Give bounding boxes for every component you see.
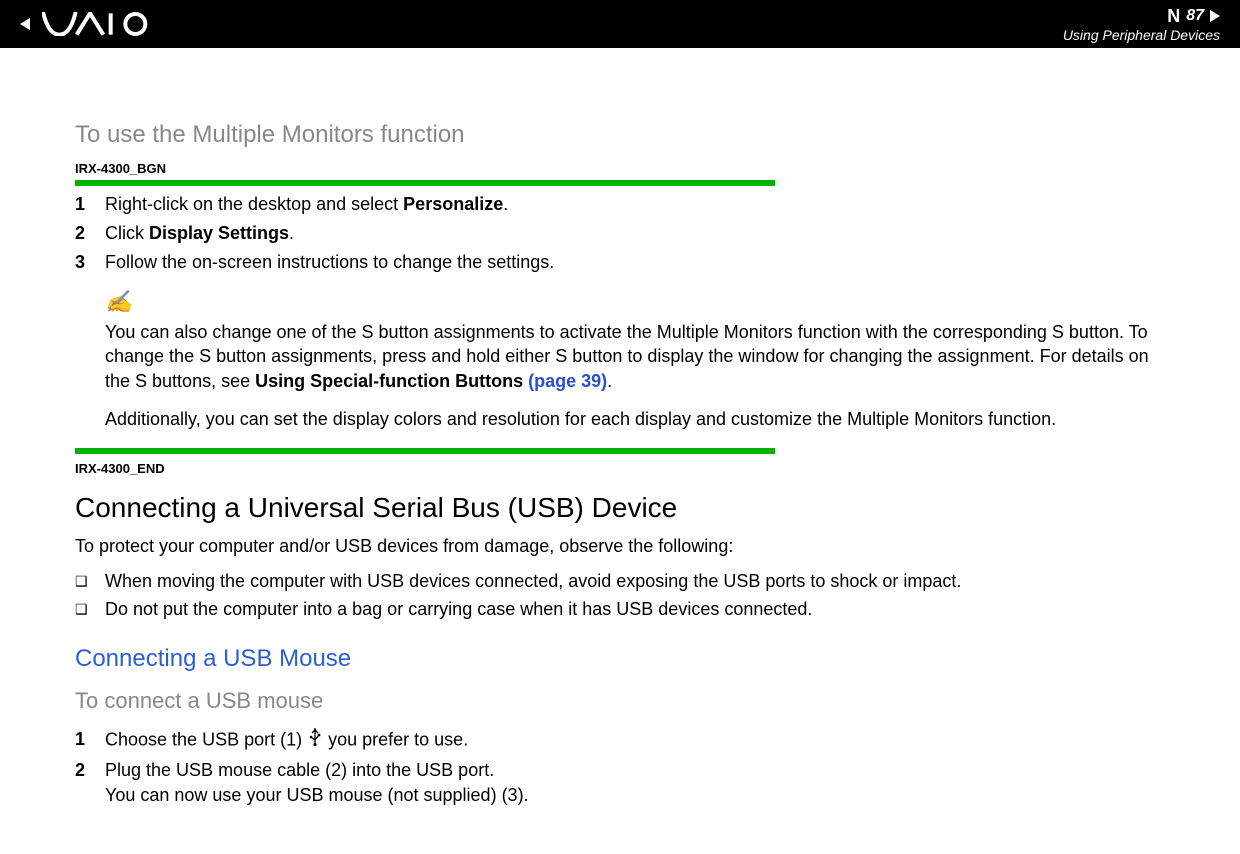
subheading-multi-monitor: To use the Multiple Monitors function bbox=[75, 118, 1165, 152]
tag-end: IRX-4300_END bbox=[75, 460, 1165, 478]
usb-icon bbox=[307, 727, 323, 754]
vaio-logo-icon bbox=[42, 12, 162, 36]
step-row: 2 Click Display Settings. bbox=[75, 221, 1165, 246]
step-number: 2 bbox=[75, 758, 105, 808]
steps-usb-mouse: 1 Choose the USB port (1) you prefer to … bbox=[75, 727, 1165, 809]
step-text: Follow the on-screen instructions to cha… bbox=[105, 250, 1165, 275]
step-row: 1 Choose the USB port (1) you prefer to … bbox=[75, 727, 1165, 754]
page-content: To use the Multiple Monitors function IR… bbox=[0, 48, 1240, 854]
step-number: 3 bbox=[75, 250, 105, 275]
step-row: 2 Plug the USB mouse cable (2) into the … bbox=[75, 758, 1165, 808]
heading-usb-mouse: Connecting a USB Mouse bbox=[75, 642, 1165, 676]
header-left bbox=[20, 12, 162, 36]
steps-multi-monitor: 1 Right-click on the desktop and select … bbox=[75, 192, 1165, 276]
bullet-row: ❑ Do not put the computer into a bag or … bbox=[75, 597, 1165, 622]
step-text: Plug the USB mouse cable (2) into the US… bbox=[105, 758, 1165, 808]
green-divider-top bbox=[75, 180, 775, 186]
n-letter: N bbox=[1167, 6, 1180, 27]
step-text: Right-click on the desktop and select Pe… bbox=[105, 192, 1165, 217]
step-number: 1 bbox=[75, 727, 105, 754]
page-header: N 87 Using Peripheral Devices bbox=[0, 0, 1240, 48]
step-row: 3 Follow the on-screen instructions to c… bbox=[75, 250, 1165, 275]
subheading-connect-mouse: To connect a USB mouse bbox=[75, 686, 1165, 717]
green-divider-bottom bbox=[75, 448, 775, 454]
note-text: You can also change one of the S button … bbox=[105, 320, 1165, 393]
bullet-icon: ❑ bbox=[75, 569, 105, 594]
tag-begin: IRX-4300_BGN bbox=[75, 160, 1165, 178]
bullet-text: When moving the computer with USB device… bbox=[105, 569, 1165, 594]
note-icon: ✍ bbox=[105, 287, 1165, 318]
heading-usb-device: Connecting a Universal Serial Bus (USB) … bbox=[75, 488, 1165, 527]
bullet-icon: ❑ bbox=[75, 597, 105, 622]
bullet-text: Do not put the computer into a bag or ca… bbox=[105, 597, 1165, 622]
page-link[interactable]: (page 39) bbox=[528, 371, 607, 391]
arrow-right-icon bbox=[1210, 10, 1220, 22]
step-number: 1 bbox=[75, 192, 105, 217]
note-paragraph-2: Additionally, you can set the display co… bbox=[105, 407, 1165, 432]
note-block: ✍ You can also change one of the S butto… bbox=[105, 287, 1165, 393]
bullet-row: ❑ When moving the computer with USB devi… bbox=[75, 569, 1165, 594]
usb-intro: To protect your computer and/or USB devi… bbox=[75, 534, 1165, 559]
page-number-row: N 87 bbox=[1167, 6, 1220, 27]
step-number: 2 bbox=[75, 221, 105, 246]
step-text: Choose the USB port (1) you prefer to us… bbox=[105, 727, 1165, 754]
arrow-left-icon bbox=[20, 18, 30, 30]
page-number: 87 bbox=[1186, 7, 1204, 25]
step-row: 1 Right-click on the desktop and select … bbox=[75, 192, 1165, 217]
header-section-title: Using Peripheral Devices bbox=[1063, 27, 1220, 43]
usb-bullet-list: ❑ When moving the computer with USB devi… bbox=[75, 569, 1165, 622]
step-text: Click Display Settings. bbox=[105, 221, 1165, 246]
header-right: N 87 Using Peripheral Devices bbox=[1063, 6, 1220, 43]
